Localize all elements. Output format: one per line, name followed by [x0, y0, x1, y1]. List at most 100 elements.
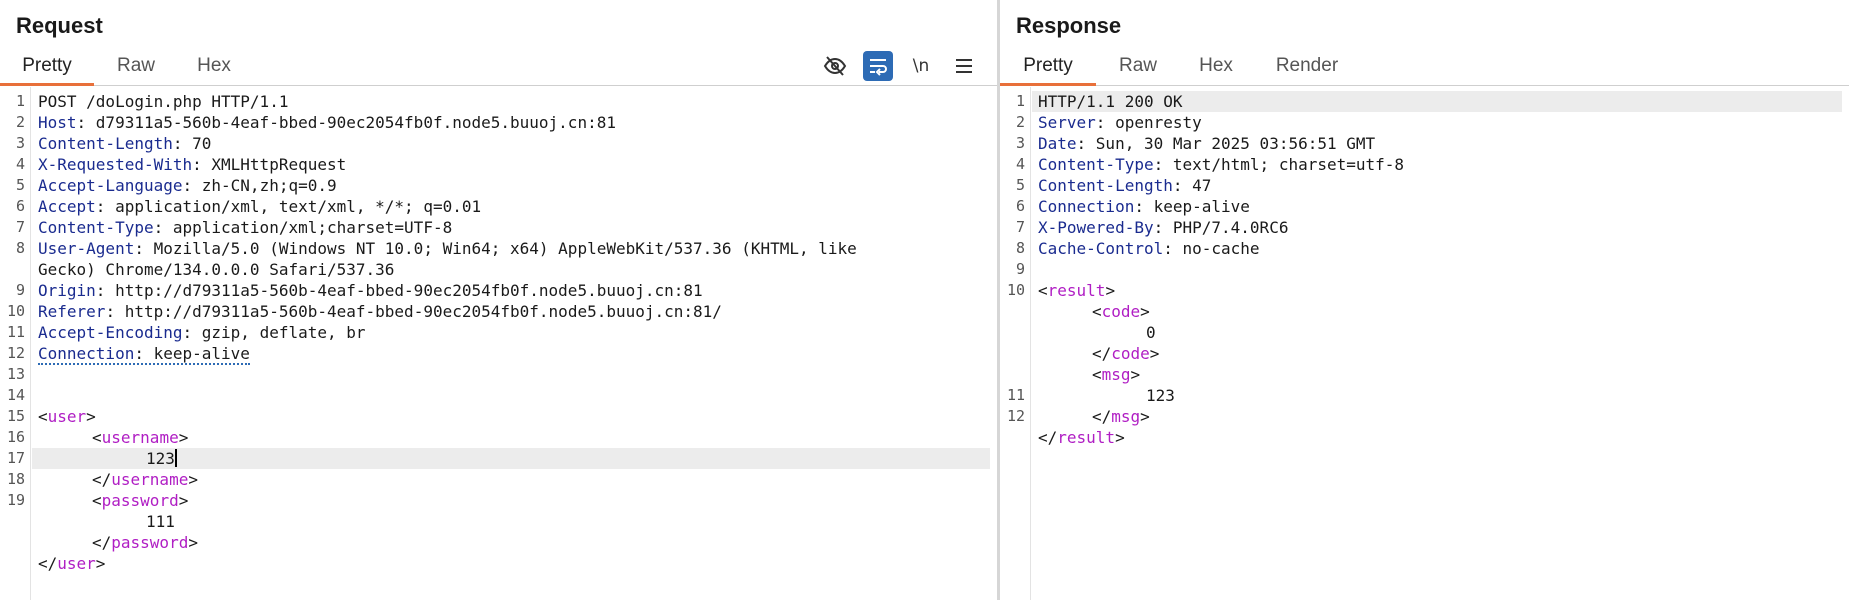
request-tab-hex[interactable]: Hex	[178, 50, 250, 86]
code-line[interactable]: Content-Type: text/html; charset=utf-8	[1038, 154, 1404, 175]
line-number: 2	[1015, 113, 1025, 131]
tag-bracket: </	[38, 554, 58, 573]
wrap-lines-button[interactable]	[863, 51, 893, 81]
request-tab-pretty[interactable]: Pretty	[0, 50, 94, 86]
tag-bracket: <	[1092, 365, 1102, 384]
header-name: Connection	[1038, 197, 1135, 216]
code-line[interactable]: Date: Sun, 30 Mar 2025 03:56:51 GMT	[1038, 133, 1375, 154]
tag-bracket: >	[86, 407, 96, 426]
request-title: Request	[16, 13, 103, 38]
code-line[interactable]: </msg>	[1092, 406, 1150, 427]
code-line[interactable]: <username>	[92, 427, 188, 448]
xml-tag-name: msg	[1111, 407, 1141, 426]
line-number: 5	[15, 176, 25, 194]
code-line[interactable]: Content-Type: application/xml;charset=UT…	[38, 217, 452, 238]
code-line[interactable]: Accept: application/xml, text/xml, */*; …	[38, 196, 481, 217]
request-code[interactable]: POST /doLogin.php HTTP/1.1 Host: d79311a5…	[38, 87, 979, 600]
header-colon: :	[95, 281, 116, 300]
header-value: 47	[1192, 176, 1212, 195]
hide-nonprintable-button[interactable]	[820, 51, 850, 81]
tag-bracket: >	[188, 470, 198, 489]
code-line[interactable]: </result>	[1038, 427, 1125, 448]
code-line[interactable]: <code>	[1092, 301, 1150, 322]
header-name: Accept-Language	[38, 176, 183, 195]
code-line[interactable]: Referer: http://d79311a5-560b-4eaf-bbed-…	[38, 301, 722, 322]
line-number: 15	[6, 407, 25, 425]
header-entry: Content-Length: 47	[1038, 176, 1211, 195]
xml-tag-name: msg	[1101, 365, 1131, 384]
code-line[interactable]: Gecko) Chrome/134.0.0.0 Safari/537.36	[38, 259, 394, 280]
code-line[interactable]: </username>	[92, 469, 198, 490]
tag-bracket: >	[95, 554, 106, 573]
code-line[interactable]: Accept-Language: zh-CN,zh;q=0.9	[38, 175, 337, 196]
code-line[interactable]: 0	[1146, 322, 1156, 343]
code-line[interactable]: </password>	[92, 532, 198, 553]
code-line[interactable]: Content-Length: 70	[38, 133, 211, 154]
tag-bracket: >	[188, 533, 198, 552]
code-line[interactable]: Connection: keep-alive	[38, 343, 250, 365]
tag-bracket: </	[1092, 344, 1112, 363]
code-line[interactable]: Connection: keep-alive	[1038, 196, 1250, 217]
header-colon: :	[182, 323, 202, 342]
code-line[interactable]: <user>	[38, 406, 96, 427]
response-tab-render[interactable]: Render	[1262, 50, 1352, 86]
hide-nonprintable-icon	[823, 56, 847, 76]
line-number	[1000, 364, 1025, 385]
code-line[interactable]: POST /doLogin.php HTTP/1.1	[38, 91, 288, 112]
code-line[interactable]: 111	[146, 511, 175, 532]
code-line[interactable]: Origin: http://d79311a5-560b-4eaf-bbed-9…	[38, 280, 703, 301]
code-line[interactable]: Accept-Encoding: gzip, deflate, br	[38, 322, 366, 343]
header-entry: Accept-Language: zh-CN,zh;q=0.9	[38, 176, 337, 195]
response-tab-raw[interactable]: Raw	[1102, 50, 1174, 86]
header-entry: Connection: keep-alive	[38, 344, 250, 365]
header-entry: Server: openresty	[1038, 113, 1202, 132]
code-line[interactable]: X-Powered-By: PHP/7.4.0RC6	[1038, 217, 1288, 238]
header-value: http://d79311a5-560b-4eaf-bbed-90ec2054f…	[115, 281, 703, 300]
response-tab-hex[interactable]: Hex	[1180, 50, 1252, 86]
code-line[interactable]: Content-Length: 47	[1038, 175, 1211, 196]
code-line[interactable]: Host: d79311a5-560b-4eaf-bbed-90ec2054fb…	[38, 112, 616, 133]
response-tab-pretty[interactable]: Pretty	[1000, 50, 1096, 86]
header-name: Accept-Encoding	[38, 323, 183, 342]
header-entry: Accept-Encoding: gzip, deflate, br	[38, 323, 366, 342]
header-value: Sun, 30 Mar 2025 03:56:51 GMT	[1095, 134, 1376, 153]
code-line[interactable]: 123	[1146, 385, 1175, 406]
line-number: 18	[6, 470, 25, 488]
header-entry: Date: Sun, 30 Mar 2025 03:56:51 GMT	[1038, 134, 1375, 153]
code-line[interactable]: <password>	[92, 490, 188, 511]
code-line[interactable]: Server: openresty	[1038, 112, 1202, 133]
code-line[interactable]: <msg>	[1092, 364, 1140, 385]
request-tab-raw[interactable]: Raw	[100, 50, 172, 86]
code-line[interactable]: Cache-Control: no-cache	[1038, 238, 1260, 259]
tag-bracket: </	[92, 533, 112, 552]
line-number: 7	[1015, 218, 1025, 236]
code-line[interactable]: X-Requested-With: XMLHttpRequest	[38, 154, 346, 175]
line-number	[0, 259, 25, 280]
tag-bracket: >	[1115, 428, 1125, 447]
request-editor[interactable]: 1 2 3 4 5 6 7 8 9 10 11 12 13 14 15 16 17 18 19 POST /doLo…	[0, 87, 997, 600]
code-line[interactable]: </user>	[38, 553, 105, 574]
response-code[interactable]: HTTP/1.1 200 OK Server: openresty Date: Su…	[1038, 87, 1831, 600]
line-number: 6	[15, 197, 25, 215]
code-line[interactable]: HTTP/1.1 200 OK	[1038, 91, 1183, 112]
request-line-gutter: 1 2 3 4 5 6 7 8 9 10 11 12 13 14 15 16 17 18 19	[0, 87, 31, 600]
line-number: 4	[15, 155, 25, 173]
line-number	[0, 553, 25, 574]
show-newlines-button[interactable]: \n	[906, 51, 936, 81]
header-name: Date	[1038, 134, 1077, 153]
menu-icon	[956, 59, 972, 73]
header-value: http://d79311a5-560b-4eaf-bbed-90ec2054f…	[124, 302, 722, 321]
xml-text: 123	[1146, 386, 1175, 405]
code-line[interactable]: </code>	[1092, 343, 1159, 364]
menu-button[interactable]	[949, 51, 979, 81]
tag-bracket: <	[38, 407, 48, 426]
code-line[interactable]: User-Agent: Mozilla/5.0 (Windows NT 10.0…	[38, 238, 857, 259]
header-name: Server	[1038, 113, 1096, 132]
line-number	[0, 532, 25, 553]
code-line[interactable]: <result>	[1038, 280, 1115, 301]
response-editor[interactable]: 1 2 3 4 5 6 7 8 9 10 11 12 HTTP/1.1 200 OK Server: o…	[1000, 87, 1849, 600]
code-line[interactable]: 123	[146, 448, 177, 469]
xml-tag-name: password	[101, 491, 179, 510]
header-entry: Origin: http://d79311a5-560b-4eaf-bbed-9…	[38, 281, 703, 300]
line-number	[0, 511, 25, 532]
